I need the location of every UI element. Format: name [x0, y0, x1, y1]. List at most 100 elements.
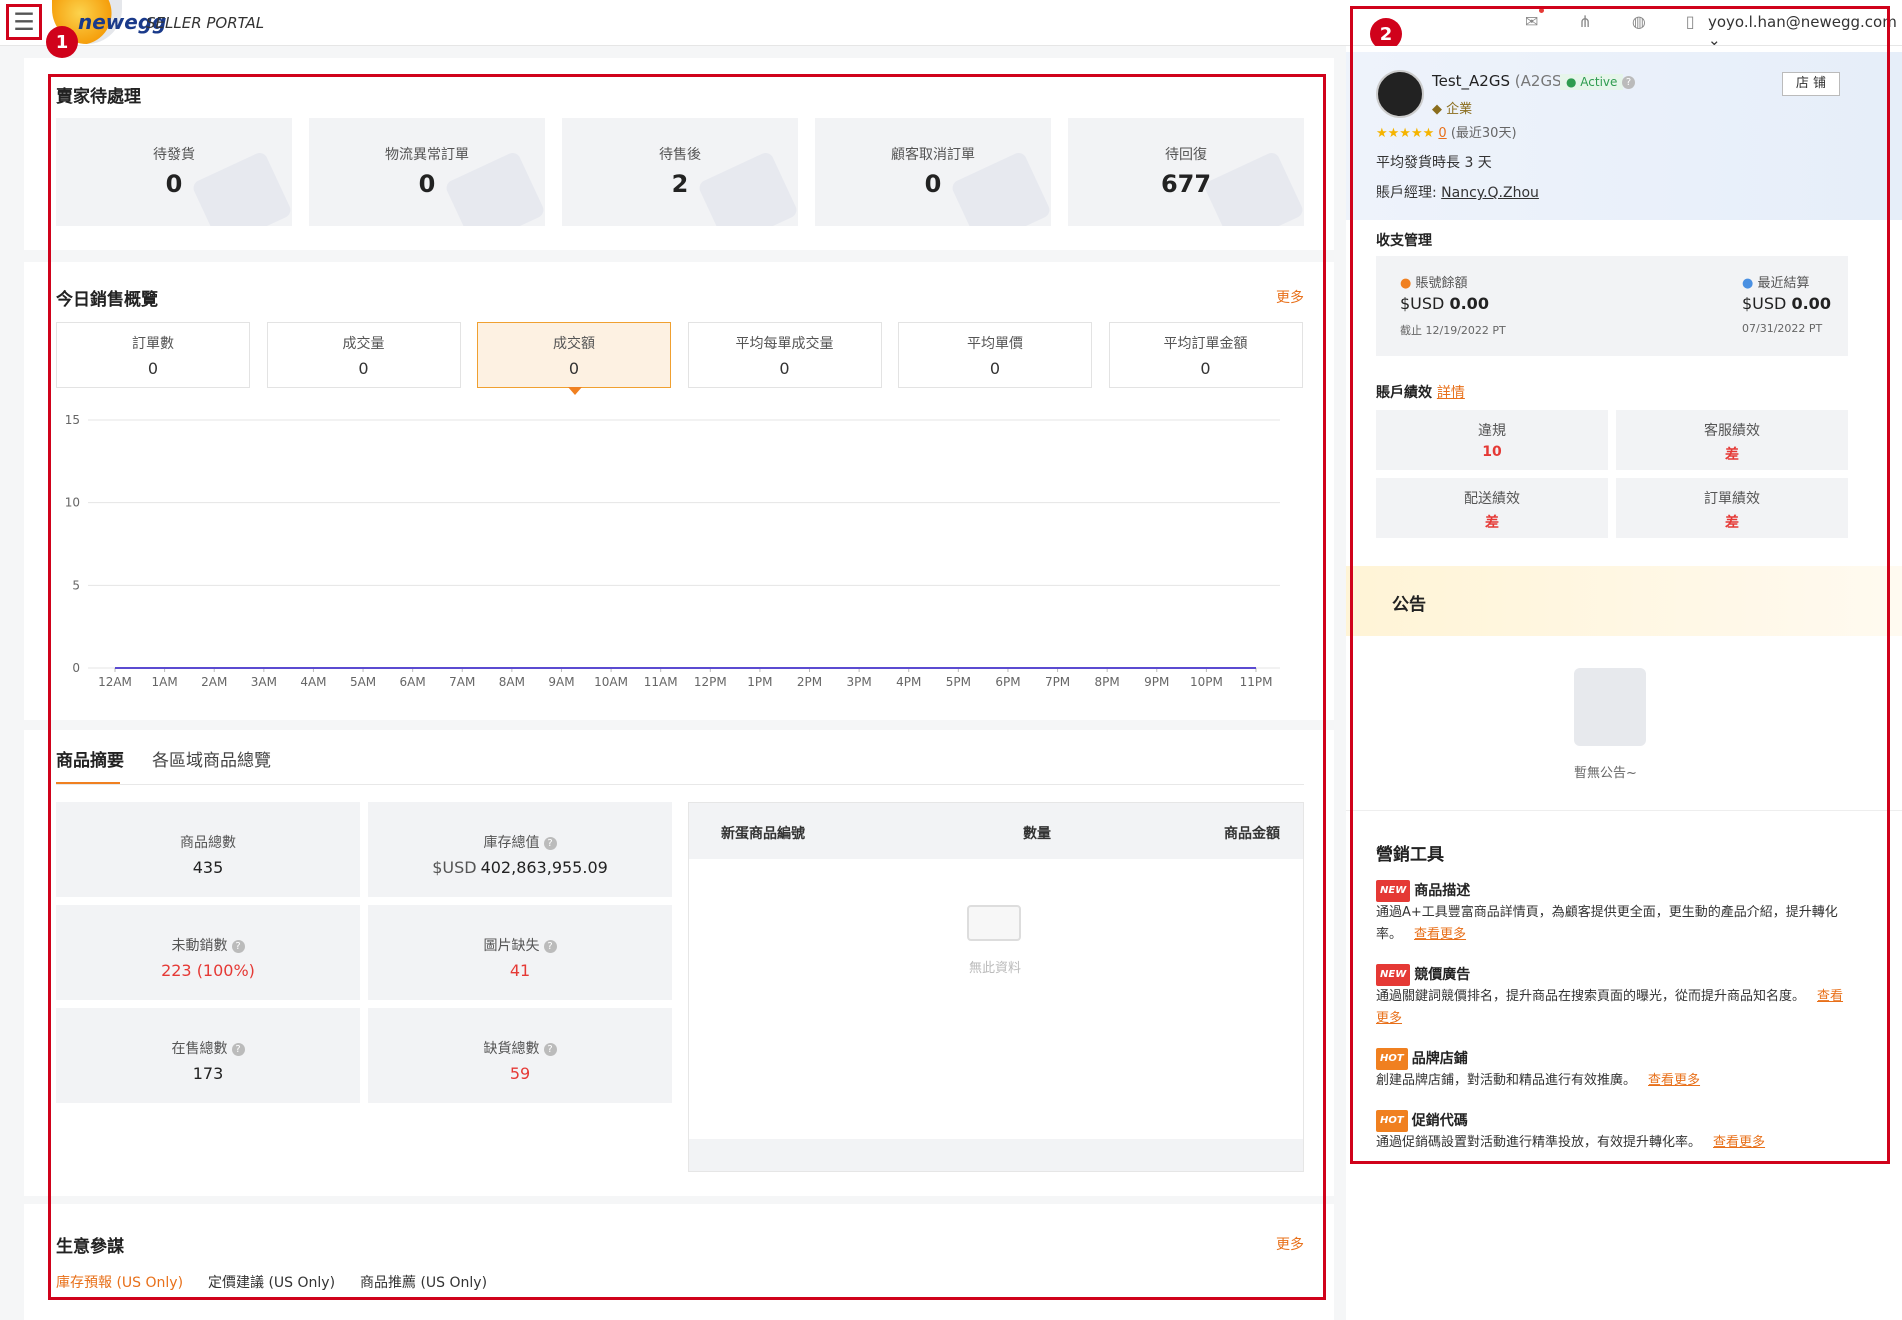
tool-more-link[interactable]: 查看更多: [1414, 927, 1466, 942]
balance-value: $USD 0.00: [1400, 294, 1489, 313]
help-icon[interactable]: ?: [543, 1042, 557, 1056]
x-tick-label: 7PM: [1045, 675, 1070, 689]
product-stat-card[interactable]: 缺貨總數? 59: [368, 1008, 672, 1103]
marketing-tool-desc: 通過促銷碼設置對活動進行精準投放，有效提升轉化率。 查看更多: [1376, 1132, 1856, 1154]
x-tick-label: 2AM: [201, 675, 227, 689]
performance-label: 配送績效: [1464, 491, 1520, 507]
pending-card-label: 待售後: [659, 147, 701, 163]
marketing-tool-desc: 創建品牌店鋪，對活動和精品進行有效推廣。 查看更多: [1376, 1070, 1856, 1092]
pricing-suggestion-link[interactable]: 定價建議 (US Only): [208, 1272, 335, 1292]
x-tick-label: 6PM: [995, 675, 1020, 689]
balance-label: ● 賬號餘額: [1400, 276, 1468, 291]
x-tick-label: 5AM: [350, 675, 376, 689]
empty-notice-icon: [1574, 668, 1646, 746]
product-stat-card[interactable]: 圖片缺失? 41: [368, 905, 672, 1000]
sales-metric-label: 平均訂單金額: [1163, 336, 1248, 352]
store-avatar: [1376, 70, 1424, 118]
sales-metric-label: 成交量: [342, 336, 385, 352]
x-tick-label: 8PM: [1095, 675, 1120, 689]
store-rating: ★★★★★ 0 (最近30天): [1376, 126, 1517, 141]
ship-time: 平均發貨時長 3 天: [1376, 155, 1492, 171]
product-stat-card[interactable]: 在售總數? 173: [56, 1008, 360, 1103]
product-stat-value: 435: [56, 858, 360, 877]
table-empty-text: 無此資料: [969, 961, 1022, 976]
product-stat-label-text: 未動銷數: [171, 938, 228, 954]
performance-label: 客服績效: [1704, 423, 1760, 439]
manager-name-link[interactable]: Nancy.Q.Zhou: [1441, 185, 1539, 201]
x-tick-label: 11PM: [1240, 675, 1273, 689]
pending-card[interactable]: 顧客取消訂單 0: [815, 118, 1051, 226]
table-col-quantity: 數量: [1023, 826, 1051, 842]
product-recommendation-link[interactable]: 商品推薦 (US Only): [360, 1272, 487, 1292]
performance-detail-link[interactable]: 詳情: [1437, 385, 1465, 401]
pending-card-value: 0: [418, 170, 436, 198]
tool-desc-text: 通過促銷碼設置對活動進行精準投放，有效提升轉化率。: [1376, 1135, 1702, 1150]
x-tick-label: 9PM: [1144, 675, 1169, 689]
pending-card-label: 物流異常訂單: [385, 147, 469, 163]
performance-card[interactable]: 訂單績效差: [1616, 478, 1848, 538]
pending-card[interactable]: 待發貨 0: [56, 118, 292, 226]
x-tick-label: 12AM: [98, 675, 132, 689]
tab-regional-overview[interactable]: 各區域商品總覽: [152, 746, 271, 771]
marketing-tool-title: HOT 促銷代碼: [1376, 1110, 1856, 1132]
pending-card[interactable]: 物流異常訂單 0: [309, 118, 545, 226]
x-tick-label: 5PM: [946, 675, 971, 689]
pending-card[interactable]: 待回復 677: [1068, 118, 1304, 226]
x-tick-label: 10PM: [1190, 675, 1223, 689]
product-stat-label-text: 庫存總值: [483, 835, 540, 851]
rating-count-link[interactable]: 0: [1438, 126, 1446, 141]
business-more-link[interactable]: 更多: [1276, 1234, 1304, 1254]
x-tick-label: 4PM: [896, 675, 921, 689]
marketing-tool-title: NEW 商品描述: [1376, 880, 1856, 902]
tool-tag-badge: NEW: [1376, 880, 1411, 902]
tab-product-summary[interactable]: 商品摘要: [56, 746, 124, 771]
settle-value: $USD 0.00: [1742, 294, 1831, 313]
x-tick-label: 2PM: [797, 675, 822, 689]
performance-card[interactable]: 違規 10: [1376, 410, 1608, 470]
product-stat-label: 未動銷數?: [56, 935, 360, 955]
sales-metric-tab[interactable]: 平均單價 0: [898, 322, 1092, 388]
x-tick-label: 1PM: [747, 675, 772, 689]
sales-metric-tab[interactable]: 平均訂單金額 0: [1108, 322, 1303, 388]
y-tick-label: 5: [72, 578, 80, 592]
product-stat-card[interactable]: 商品總數 435: [56, 802, 360, 897]
product-stat-card[interactable]: 庫存總值? $USD 402,863,955.09: [368, 802, 672, 897]
sales-metric-label: 平均每單成交量: [735, 336, 834, 352]
x-tick-label: 12PM: [694, 675, 727, 689]
empty-inbox-icon: [967, 905, 1021, 941]
sales-metric-value: 0: [1200, 359, 1211, 378]
help-icon[interactable]: ?: [543, 939, 557, 953]
help-icon[interactable]: ?: [231, 939, 245, 953]
store-button[interactable]: 店 铺: [1782, 72, 1840, 96]
business-panel: [24, 1204, 1334, 1320]
help-icon[interactable]: ?: [543, 836, 557, 850]
performance-value: 差: [1725, 515, 1739, 531]
finance-card: ● 賬號餘額 $USD 0.00 截止 12/19/2022 PT ● 最近結算…: [1376, 256, 1848, 356]
marketing-tool: HOT 品牌店鋪 創建品牌店鋪，對活動和精品進行有效推廣。 查看更多: [1376, 1048, 1856, 1092]
inventory-forecast-link[interactable]: 庫存預報 (US Only): [56, 1272, 183, 1292]
tool-name: 促銷代碼: [1411, 1113, 1468, 1129]
pending-card-value: 0: [165, 170, 183, 198]
sales-metric-tab[interactable]: 成交額 0: [477, 322, 671, 395]
tool-more-link[interactable]: 查看更多: [1648, 1073, 1700, 1088]
sales-metric-value: 0: [147, 359, 159, 378]
sales-metric-tab[interactable]: 訂單數 0: [56, 322, 250, 388]
product-stat-label-text: 圖片缺失: [483, 938, 540, 954]
product-stat-number: 41: [509, 961, 531, 980]
store-status-badge: ● Active: [1560, 74, 1624, 90]
pending-card[interactable]: 待售後 2: [562, 118, 798, 226]
balance-date: 截止 12/19/2022 PT: [1400, 324, 1506, 337]
performance-card[interactable]: 客服績效差: [1616, 410, 1848, 470]
sales-metric-tab[interactable]: 平均每單成交量 0: [687, 322, 882, 388]
performance-card[interactable]: 配送績效差: [1376, 478, 1608, 538]
product-stat-card[interactable]: 未動銷數? 223 (100%): [56, 905, 360, 1000]
store-type: ◆ 企業: [1432, 102, 1473, 117]
product-stat-number: 173: [192, 1064, 224, 1083]
help-icon[interactable]: ?: [231, 1042, 245, 1056]
product-stat-number: 435: [192, 858, 224, 877]
marketing-tool-title: NEW 競價廣告: [1376, 964, 1856, 986]
sales-metric-tab[interactable]: 成交量 0: [266, 322, 461, 388]
help-icon[interactable]: ?: [1622, 76, 1635, 89]
tool-more-link[interactable]: 查看更多: [1713, 1135, 1765, 1150]
tool-tag-badge: HOT: [1376, 1110, 1408, 1132]
